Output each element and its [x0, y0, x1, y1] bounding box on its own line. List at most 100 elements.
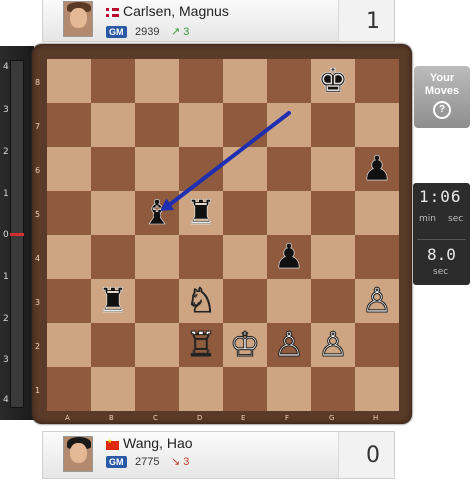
- top-player-avatar[interactable]: [63, 1, 93, 37]
- square-e4[interactable]: [223, 235, 267, 279]
- eval-tick: 4: [3, 395, 9, 405]
- square-h4[interactable]: [355, 235, 399, 279]
- square-b8[interactable]: [91, 59, 135, 103]
- chess-board[interactable]: ♚ ♟ ♝ ♜ ♟ ♜ ♘ ♙ ♖ ♔ ♙ ♙: [47, 59, 399, 411]
- bottom-player-rating-trend: ↘ 3: [171, 455, 189, 468]
- bottom-player-name[interactable]: Wang, Hao: [123, 435, 193, 451]
- square-h1[interactable]: [355, 367, 399, 411]
- clock-sec-label: sec: [448, 214, 464, 224]
- eval-tick: 1: [3, 272, 9, 282]
- game-clock: 1:06 min sec 8.0 sec: [413, 183, 470, 285]
- square-d6[interactable]: [179, 147, 223, 191]
- file-label: H: [373, 414, 379, 422]
- top-player-name[interactable]: Carlsen, Magnus: [123, 3, 229, 19]
- top-player-rating-trend: ↗ 3: [171, 25, 189, 38]
- square-a1[interactable]: [47, 367, 91, 411]
- square-f6[interactable]: [267, 147, 311, 191]
- white-king-icon[interactable]: ♔: [223, 323, 267, 367]
- square-f5[interactable]: [267, 191, 311, 235]
- bottom-player-score: 0: [366, 443, 380, 468]
- square-h2[interactable]: [355, 323, 399, 367]
- rank-label: 6: [35, 166, 41, 175]
- square-e8[interactable]: [223, 59, 267, 103]
- square-f8[interactable]: [267, 59, 311, 103]
- rank-label: 8: [35, 78, 41, 87]
- square-a7[interactable]: [47, 103, 91, 147]
- square-h7[interactable]: [355, 103, 399, 147]
- square-c4[interactable]: [135, 235, 179, 279]
- white-pawn-g2-icon[interactable]: ♙: [311, 323, 355, 367]
- white-rook-d2-icon[interactable]: ♖: [179, 323, 223, 367]
- your-moves-button[interactable]: Your Moves ?: [414, 66, 470, 128]
- square-a5[interactable]: [47, 191, 91, 235]
- white-pawn-h3-icon[interactable]: ♙: [355, 279, 399, 323]
- white-knight-d3-icon[interactable]: ♘: [179, 279, 223, 323]
- square-c7[interactable]: [135, 103, 179, 147]
- black-king-icon[interactable]: ♚: [311, 59, 355, 103]
- norway-flag-icon: [106, 8, 119, 17]
- square-d7[interactable]: [179, 103, 223, 147]
- square-f1[interactable]: [267, 367, 311, 411]
- eval-tick: 3: [3, 355, 9, 365]
- help-icon[interactable]: ?: [433, 101, 451, 119]
- black-pawn-h6-icon[interactable]: ♟: [355, 147, 399, 191]
- square-b6[interactable]: [91, 147, 135, 191]
- rank-label: 2: [35, 342, 41, 351]
- top-player-panel: Carlsen, Magnus GM 2939 ↗ 3 1: [42, 0, 395, 42]
- square-h8[interactable]: [355, 59, 399, 103]
- square-c6[interactable]: [135, 147, 179, 191]
- top-player-trend-value: 3: [183, 26, 190, 38]
- file-label: B: [109, 414, 114, 422]
- top-player-score: 1: [366, 9, 380, 34]
- square-e1[interactable]: [223, 367, 267, 411]
- clock-min-label: min: [419, 214, 436, 224]
- bottom-player-avatar[interactable]: [63, 436, 93, 472]
- square-f7[interactable]: [267, 103, 311, 147]
- square-e3[interactable]: [223, 279, 267, 323]
- white-pawn-f2-icon[interactable]: ♙: [267, 323, 311, 367]
- rank-label: 5: [35, 210, 41, 219]
- square-g7[interactable]: [311, 103, 355, 147]
- file-label: A: [65, 414, 70, 422]
- square-c3[interactable]: [135, 279, 179, 323]
- bottom-player-panel: Wang, Hao GM 2775 ↘ 3 0: [42, 431, 395, 479]
- square-e5[interactable]: [223, 191, 267, 235]
- square-d1[interactable]: [179, 367, 223, 411]
- square-a2[interactable]: [47, 323, 91, 367]
- square-g4[interactable]: [311, 235, 355, 279]
- square-f3[interactable]: [267, 279, 311, 323]
- your-moves-label-2: Moves: [424, 85, 460, 97]
- square-e7[interactable]: [223, 103, 267, 147]
- square-g6[interactable]: [311, 147, 355, 191]
- file-label: F: [285, 414, 290, 422]
- square-g1[interactable]: [311, 367, 355, 411]
- square-a8[interactable]: [47, 59, 91, 103]
- square-d4[interactable]: [179, 235, 223, 279]
- square-c1[interactable]: [135, 367, 179, 411]
- trend-down-icon: ↘: [171, 456, 181, 468]
- black-rook-b3-icon[interactable]: ♜: [91, 279, 135, 323]
- black-rook-d5-icon[interactable]: ♜: [179, 191, 223, 235]
- square-b5[interactable]: [91, 191, 135, 235]
- move-time: 8.0: [427, 245, 456, 264]
- eval-tick: 3: [3, 105, 9, 115]
- square-d8[interactable]: [179, 59, 223, 103]
- square-b7[interactable]: [91, 103, 135, 147]
- your-moves-label-1: Your: [429, 72, 455, 84]
- trend-up-icon: ↗: [171, 26, 181, 38]
- square-h5[interactable]: [355, 191, 399, 235]
- square-c8[interactable]: [135, 59, 179, 103]
- square-g3[interactable]: [311, 279, 355, 323]
- black-bishop-c5-icon[interactable]: ♝: [135, 191, 179, 235]
- black-pawn-f4-icon[interactable]: ♟: [267, 235, 311, 279]
- square-a4[interactable]: [47, 235, 91, 279]
- square-e6[interactable]: [223, 147, 267, 191]
- square-c2[interactable]: [135, 323, 179, 367]
- square-b1[interactable]: [91, 367, 135, 411]
- top-player-title-badge: GM: [106, 26, 127, 38]
- square-b4[interactable]: [91, 235, 135, 279]
- square-b2[interactable]: [91, 323, 135, 367]
- square-a6[interactable]: [47, 147, 91, 191]
- square-a3[interactable]: [47, 279, 91, 323]
- square-g5[interactable]: [311, 191, 355, 235]
